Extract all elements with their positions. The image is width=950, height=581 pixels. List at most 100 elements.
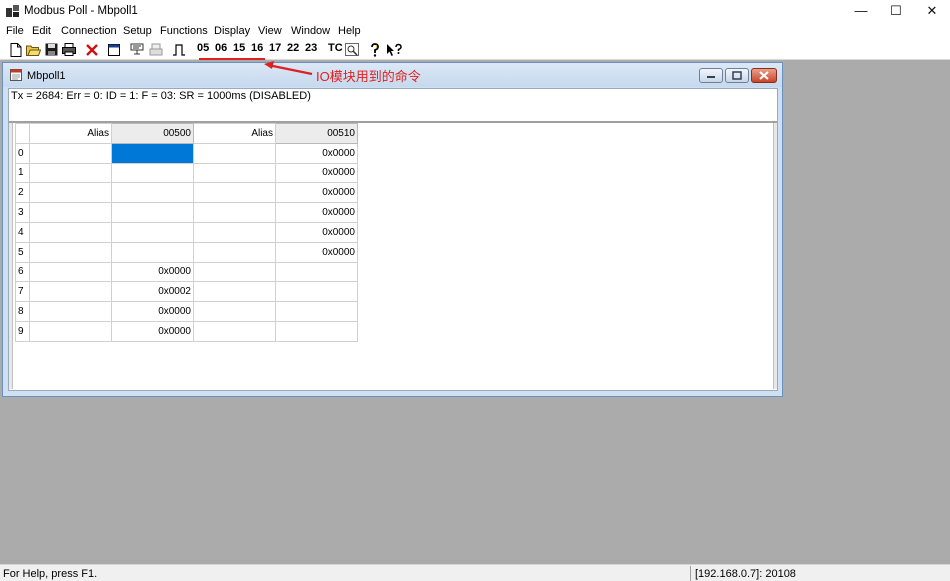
alias-cell[interactable] (193, 281, 276, 303)
value-cell[interactable] (111, 182, 194, 204)
value-cell[interactable] (111, 202, 194, 223)
alias-cell[interactable] (29, 202, 112, 223)
alias-cell[interactable] (29, 301, 112, 322)
function-17-button[interactable]: 17 (269, 42, 281, 54)
window-icon[interactable] (106, 41, 122, 58)
grid-right-border (773, 123, 777, 389)
table-row: 4 0x0000 (15, 221, 358, 243)
status-bar: For Help, press F1. [192.168.0.7]: 20108 (0, 564, 950, 581)
function-15-button[interactable]: 15 (233, 42, 245, 54)
menu-view[interactable]: View (258, 25, 282, 37)
menu-setup[interactable]: Setup (123, 25, 152, 37)
connect-icon[interactable] (129, 41, 145, 58)
value-cell[interactable]: 0x0000 (111, 301, 194, 322)
menu-help[interactable]: Help (338, 25, 361, 37)
column-header-alias[interactable]: Alias (193, 123, 276, 144)
open-icon[interactable] (25, 41, 41, 58)
delete-icon[interactable] (84, 41, 100, 58)
value-cell[interactable] (111, 221, 194, 243)
annotation-underline (199, 58, 265, 60)
menu-file[interactable]: File (6, 25, 24, 37)
table-row: 8 0x0000 (15, 301, 358, 322)
tc-button[interactable]: TC (328, 42, 343, 54)
alias-cell[interactable] (193, 261, 276, 283)
value-cell[interactable]: 0x0000 (275, 202, 358, 223)
minimize-button[interactable]: — (843, 2, 879, 20)
app-icon (6, 5, 19, 17)
menu-bar: File Edit Connection Setup Functions Dis… (0, 23, 950, 40)
menu-functions[interactable]: Functions (160, 25, 208, 37)
about-icon[interactable] (367, 41, 383, 58)
function-06-button[interactable]: 06 (215, 42, 227, 54)
child-close-button[interactable] (751, 68, 777, 83)
column-header-address[interactable]: 00500 (111, 123, 194, 144)
print-icon[interactable] (61, 41, 77, 58)
table-row: 1 0x0000 (15, 162, 358, 184)
value-cell[interactable] (111, 162, 194, 184)
close-button[interactable]: ✕ (914, 2, 950, 20)
value-cell[interactable]: 0x0000 (111, 320, 194, 342)
row-header: 5 (15, 241, 30, 263)
app-title: Modbus Poll - Mbpoll1 (24, 5, 138, 17)
save-icon[interactable] (43, 41, 59, 58)
alias-cell[interactable] (29, 281, 112, 303)
toolbar-separator (191, 42, 192, 57)
alias-cell[interactable] (193, 241, 276, 263)
annotation-text: IO模块用到的命令 (316, 69, 421, 84)
function-16-button[interactable]: 16 (251, 42, 263, 54)
value-cell[interactable]: 0x0000 (275, 241, 358, 263)
function-05-button[interactable]: 05 (197, 42, 209, 54)
menu-connection[interactable]: Connection (61, 25, 117, 37)
value-cell[interactable]: 0x0000 (275, 221, 358, 243)
alias-cell[interactable] (193, 221, 276, 243)
context-help-icon[interactable] (385, 41, 403, 58)
alias-cell[interactable] (193, 142, 276, 164)
toolbar-separator (80, 42, 81, 57)
menu-window[interactable]: Window (291, 25, 330, 37)
value-cell[interactable]: 0x0000 (275, 162, 358, 184)
function-23-button[interactable]: 23 (305, 42, 317, 54)
toolbar: 05 06 15 16 17 22 23 TC (0, 40, 950, 60)
toolbar-separator (103, 42, 104, 57)
alias-cell[interactable] (29, 162, 112, 184)
value-cell[interactable] (275, 301, 358, 322)
menu-display[interactable]: Display (214, 25, 250, 37)
alias-cell[interactable] (29, 182, 112, 204)
maximize-button[interactable]: ☐ (878, 2, 914, 20)
value-cell[interactable] (275, 320, 358, 342)
value-cell-selected[interactable] (111, 142, 194, 164)
traffic-monitor-icon[interactable] (344, 41, 360, 58)
table-row: 6 0x0000 (15, 261, 358, 283)
alias-cell[interactable] (193, 301, 276, 322)
alias-cell[interactable] (29, 142, 112, 164)
alias-cell[interactable] (193, 162, 276, 184)
function-22-button[interactable]: 22 (287, 42, 299, 54)
mbpoll1-window[interactable]: Mbpoll1 Tx = 2684: Err = 0: ID = 1: F = … (2, 62, 783, 397)
alias-cell[interactable] (29, 320, 112, 342)
alias-cell[interactable] (29, 241, 112, 263)
child-maximize-button[interactable] (725, 68, 749, 83)
new-icon[interactable] (8, 41, 24, 58)
alias-cell[interactable] (29, 261, 112, 283)
table-row: 9 0x0000 (15, 320, 358, 342)
value-cell[interactable] (275, 261, 358, 283)
disconnect-icon[interactable] (148, 41, 164, 58)
grid-corner (15, 123, 30, 144)
menu-edit[interactable]: Edit (32, 25, 51, 37)
alias-cell[interactable] (193, 202, 276, 223)
alias-cell[interactable] (29, 221, 112, 243)
value-cell[interactable]: 0x0000 (275, 182, 358, 204)
value-cell[interactable]: 0x0002 (111, 281, 194, 303)
value-cell[interactable]: 0x0000 (275, 142, 358, 164)
value-cell[interactable]: 0x0000 (111, 261, 194, 283)
value-cell[interactable] (275, 281, 358, 303)
column-header-alias[interactable]: Alias (29, 123, 112, 144)
alias-cell[interactable] (193, 182, 276, 204)
row-header: 7 (15, 281, 30, 303)
value-cell[interactable] (111, 241, 194, 263)
alias-cell[interactable] (193, 320, 276, 342)
child-minimize-button[interactable] (699, 68, 723, 83)
row-header: 9 (15, 320, 30, 342)
single-read-icon[interactable] (171, 41, 187, 58)
column-header-address[interactable]: 00510 (275, 123, 358, 144)
